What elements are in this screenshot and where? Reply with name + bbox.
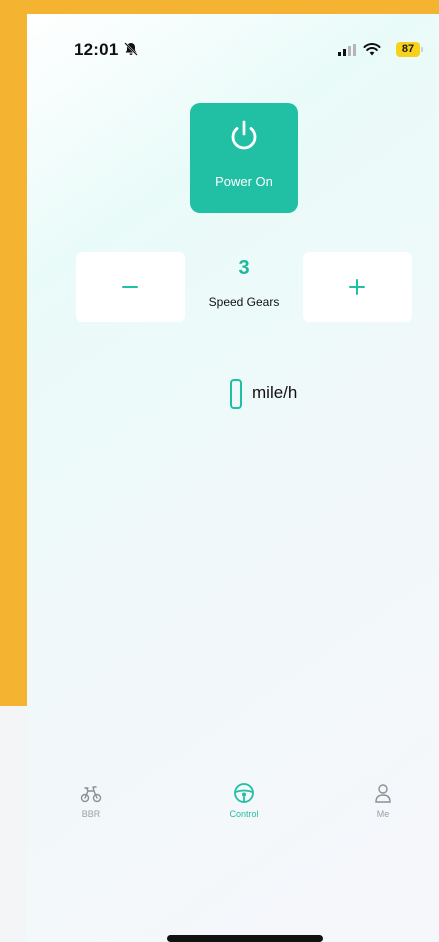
status-time: 12:01 <box>74 40 119 59</box>
tab-control[interactable]: Control <box>209 782 279 832</box>
cellular-signal-icon <box>338 44 356 56</box>
tab-me-label: Me <box>376 809 390 819</box>
wifi-icon <box>363 43 381 56</box>
tab-me[interactable]: Me <box>348 782 418 832</box>
tab-bbr[interactable]: BBR <box>56 782 126 832</box>
bicycle-icon <box>80 786 102 803</box>
minus-icon <box>122 286 138 288</box>
power-icon <box>231 120 257 150</box>
steering-wheel-icon <box>234 783 254 803</box>
increase-gear-button[interactable] <box>303 252 412 322</box>
speed-digit-zero <box>230 379 242 409</box>
tab-control-label: Control <box>229 809 259 819</box>
battery-indicator: 87 <box>396 42 420 57</box>
speed-gear-value: 3 <box>238 257 250 279</box>
power-button[interactable]: Power On <box>190 103 298 213</box>
home-indicator <box>167 935 323 942</box>
person-icon <box>375 784 391 803</box>
battery-tip <box>421 47 423 52</box>
decrease-gear-button[interactable] <box>76 252 185 322</box>
tab-bbr-label: BBR <box>81 809 101 819</box>
phone-screen: 12:01 87 Power On 3 Speed Gears mile/h B… <box>27 14 439 942</box>
status-bar: 12:01 87 <box>27 14 439 66</box>
power-label: Power On <box>215 174 273 189</box>
speed-unit: mile/h <box>252 383 298 402</box>
bell-muted-icon <box>124 42 138 56</box>
plus-icon <box>349 279 365 295</box>
speed-gears-label: Speed Gears <box>208 295 280 309</box>
